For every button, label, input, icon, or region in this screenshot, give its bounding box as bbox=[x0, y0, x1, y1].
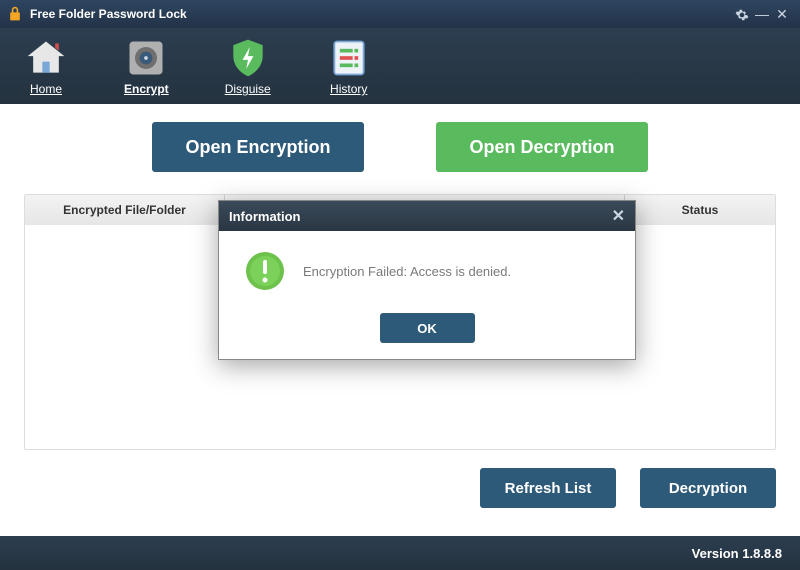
dialog-ok-button[interactable]: OK bbox=[380, 313, 475, 343]
information-dialog: Information ✕ Encryption Failed: Access … bbox=[218, 200, 636, 360]
dialog-close-button[interactable]: ✕ bbox=[612, 206, 625, 226]
exclamation-icon bbox=[245, 251, 285, 291]
dialog-titlebar: Information ✕ bbox=[219, 201, 635, 231]
open-encryption-button[interactable]: Open Encryption bbox=[152, 122, 364, 172]
decryption-button[interactable]: Decryption bbox=[640, 468, 776, 508]
shield-bolt-icon bbox=[226, 36, 270, 80]
titlebar: Free Folder Password Lock — ✕ bbox=[0, 0, 800, 28]
safe-icon bbox=[124, 36, 168, 80]
toolbar-item-history[interactable]: History bbox=[327, 36, 371, 96]
lock-icon bbox=[8, 6, 24, 22]
th-status[interactable]: Status bbox=[625, 195, 775, 225]
dialog-message: Encryption Failed: Access is denied. bbox=[303, 264, 511, 279]
settings-button[interactable] bbox=[732, 4, 752, 24]
app-title: Free Folder Password Lock bbox=[30, 7, 732, 21]
version-text: Version 1.8.8.8 bbox=[692, 546, 782, 561]
status-bar: Version 1.8.8.8 bbox=[0, 536, 800, 570]
toolbar-item-label: Disguise bbox=[225, 82, 271, 96]
toolbar-item-label: History bbox=[330, 82, 367, 96]
close-button[interactable]: ✕ bbox=[772, 4, 792, 24]
minimize-button[interactable]: — bbox=[752, 4, 772, 24]
toolbar-item-encrypt[interactable]: Encrypt bbox=[124, 36, 169, 96]
open-decryption-button[interactable]: Open Decryption bbox=[436, 122, 648, 172]
toolbar-item-disguise[interactable]: Disguise bbox=[225, 36, 271, 96]
toolbar-item-home[interactable]: Home bbox=[24, 36, 68, 96]
refresh-list-button[interactable]: Refresh List bbox=[480, 468, 616, 508]
toolbar-item-label: Home bbox=[30, 82, 62, 96]
list-icon bbox=[327, 36, 371, 80]
toolbar-item-label: Encrypt bbox=[124, 82, 169, 96]
home-icon bbox=[24, 36, 68, 80]
th-file[interactable]: Encrypted File/Folder bbox=[25, 195, 225, 225]
dialog-title: Information bbox=[229, 209, 612, 224]
toolbar: Home Encrypt Disguise History bbox=[0, 28, 800, 104]
